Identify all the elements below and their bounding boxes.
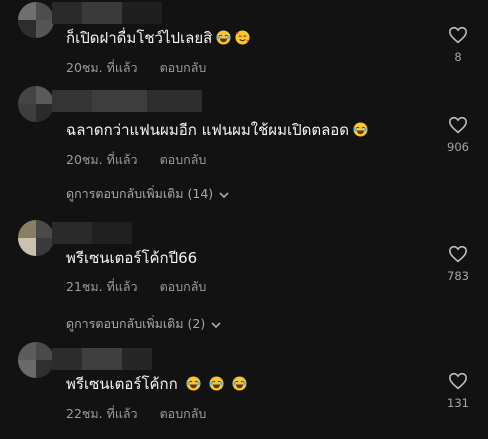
reply-button[interactable]: ตอบกลับ: [160, 60, 207, 75]
comment-meta: 20ชม. ที่แล้ว ตอบกลับ: [66, 150, 206, 170]
chevron-down-icon: [211, 317, 221, 332]
username-blurred[interactable]: [52, 348, 152, 370]
view-more-replies-button[interactable]: ดูการตอบกลับเพิ่มเติม (14): [66, 184, 229, 204]
comment-text: ก็เปิดฝาดื่มโชว์ไปเลยสิ: [66, 28, 250, 48]
like-button[interactable]: 8: [444, 26, 472, 64]
timestamp: 20ชม. ที่แล้ว: [66, 152, 138, 167]
username-blurred[interactable]: [52, 222, 132, 244]
like-button[interactable]: 906: [444, 116, 472, 154]
view-more-replies-button[interactable]: ดูการตอบกลับเพิ่มเติม (2): [66, 314, 221, 334]
chevron-down-icon: [219, 187, 229, 202]
like-count: 906: [447, 140, 469, 154]
reply-button[interactable]: ตอบกลับ: [160, 152, 207, 167]
avatar[interactable]: [18, 86, 54, 122]
heart-outline-icon: [448, 26, 468, 44]
heart-outline-icon: [448, 372, 468, 390]
face-with-tears-of-joy-icon: [353, 122, 368, 137]
avatar[interactable]: [18, 342, 54, 378]
username-blurred[interactable]: [52, 90, 202, 112]
comment-text: ฉลาดกว่าแฟนผมอีก แฟนผมใช้ผมเปิดตลอด: [66, 120, 368, 140]
face-with-tears-of-joy-icon: [186, 376, 201, 391]
like-count: 131: [447, 396, 469, 410]
like-count: 8: [454, 50, 462, 64]
heart-outline-icon: [448, 245, 468, 263]
timestamp: 21ชม. ที่แล้ว: [66, 279, 138, 294]
like-button[interactable]: 131: [444, 372, 472, 410]
comment-text: พรีเซนเตอร์โค้กก: [66, 374, 247, 394]
face-with-tears-of-joy-icon: [216, 30, 231, 45]
heart-outline-icon: [448, 116, 468, 134]
comment-text: พรีเซนเตอร์โค้กปี66: [66, 249, 198, 267]
face-with-tears-of-joy-icon: [232, 376, 247, 391]
timestamp: 20ชม. ที่แล้ว: [66, 60, 138, 75]
avatar[interactable]: [18, 220, 54, 256]
face-with-tears-of-joy-icon: [209, 376, 224, 391]
comment-meta: 20ชม. ที่แล้ว ตอบกลับ: [66, 58, 206, 78]
comment-meta: 21ชม. ที่แล้ว ตอบกลับ: [66, 277, 206, 297]
like-button[interactable]: 783: [444, 245, 472, 283]
smiling-face-with-hearts-icon: [235, 30, 250, 45]
reply-button[interactable]: ตอบกลับ: [160, 279, 207, 294]
comment-meta: 22ชม. ที่แล้ว ตอบกลับ: [66, 404, 206, 424]
username-blurred[interactable]: [52, 2, 162, 24]
like-count: 783: [447, 269, 469, 283]
avatar[interactable]: [18, 2, 54, 38]
timestamp: 22ชม. ที่แล้ว: [66, 406, 138, 421]
reply-button[interactable]: ตอบกลับ: [160, 406, 207, 421]
